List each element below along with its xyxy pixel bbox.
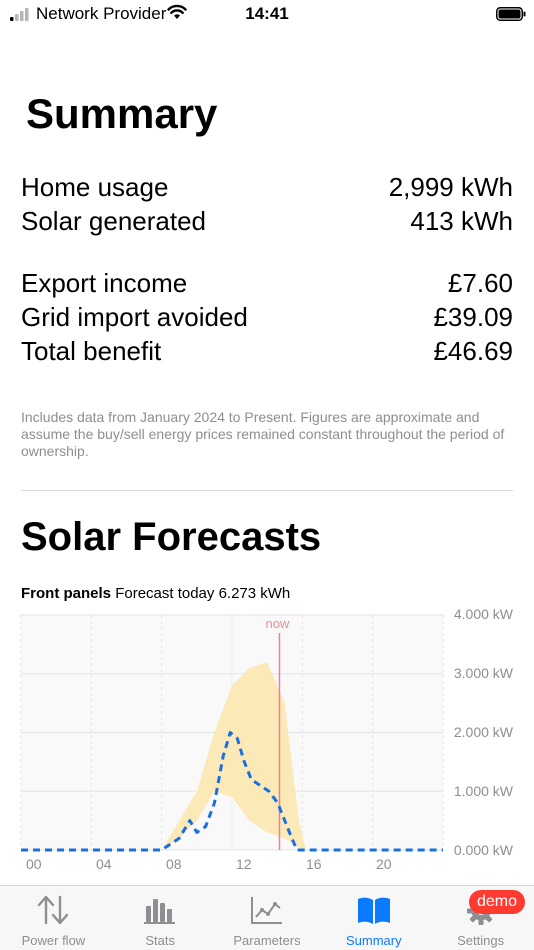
row-value: £39.09 [433,302,513,332]
row-label: Solar generated [21,206,207,236]
book-icon [357,897,390,924]
y-tick-label: 4.000 kW [453,606,513,622]
x-tick-label: 04 [96,856,112,872]
x-tick-label: 00 [26,856,42,872]
y-tick-label: 2.000 kW [453,724,513,740]
x-tick-label: 20 [376,856,392,872]
tab-power-flow[interactable]: Power flow [0,886,107,950]
demo-badge: demo [469,890,525,914]
chart-canvas [20,614,444,852]
tab-label: Summary [345,933,402,948]
status-bar: Network Provider 14:41 [0,0,534,30]
row-value: £46.69 [433,336,513,366]
tab-label: Stats [145,933,175,948]
y-tick-label: 0.000 kW [453,842,513,858]
page-title: Summary [26,90,218,137]
row-value: 413 kWh [410,206,513,236]
row-label: Grid import avoided [21,302,248,332]
tab-summary[interactable]: Summary [320,886,427,950]
line-chart-icon [250,897,282,924]
grid-import-avoided-row: Grid import avoided £39.09 [21,302,513,336]
y-tick-label: 1.000 kW [453,783,513,799]
tab-label: Settings [457,933,505,948]
tab-stats[interactable]: Stats [107,886,214,950]
status-time: 14:41 [245,4,289,23]
bar-chart-icon [144,899,176,924]
row-label: Export income [21,268,188,298]
row-label: Home usage [21,172,169,202]
y-tick-label: 3.000 kW [453,665,513,681]
row-value: £7.60 [447,268,513,298]
home-usage-row: Home usage 2,999 kWh [21,172,513,206]
tab-parameters[interactable]: Parameters [214,886,321,950]
tab-label: Power flow [21,933,86,948]
x-tick-label: 08 [166,856,182,872]
summary-footnote: Includes data from January 2024 to Prese… [21,409,505,459]
x-tick-label: 12 [236,856,252,872]
solar-forecast-chart: now 4.000 kW 3.000 kW 2.000 kW 1.000 kW … [0,600,534,880]
x-tick-label: 16 [306,856,322,872]
tab-label: Parameters [233,933,301,948]
row-value: 2,999 kWh [388,172,513,202]
total-benefit-row: Total benefit £46.69 [21,336,513,370]
now-label: now [265,616,290,631]
tab-bar: Power flow Stats Parameters Summary Sett… [0,885,534,950]
solar-generated-row: Solar generated 413 kWh [21,206,513,240]
section-title: Solar Forecasts [21,515,322,559]
arrows-up-down-icon [38,895,69,925]
row-label: Total benefit [21,336,162,366]
section-divider [21,490,513,491]
battery-icon [496,7,526,21]
export-income-row: Export income £7.60 [21,268,513,302]
